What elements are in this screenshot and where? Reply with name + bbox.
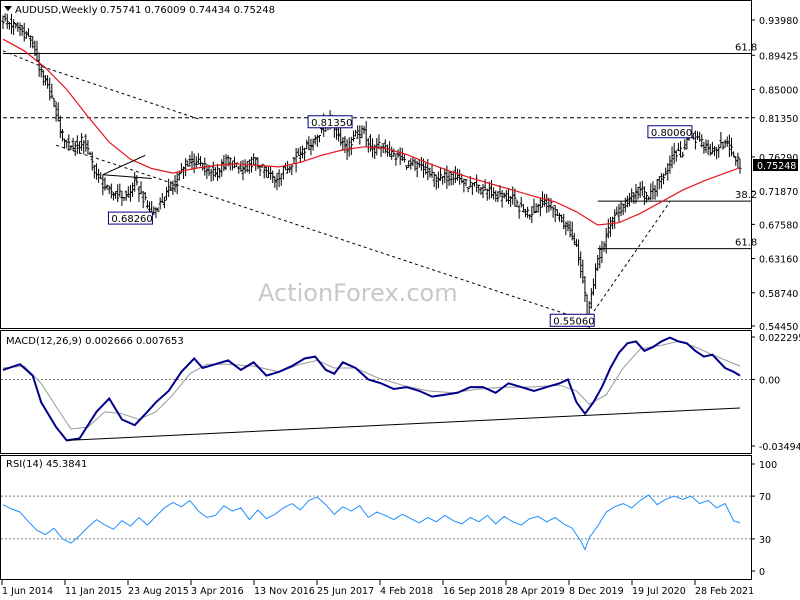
macd-axis-label: 0.022295: [759, 333, 800, 344]
fib-level-label: 61.8: [735, 43, 757, 54]
watermark: ActionForex.com: [258, 279, 458, 307]
price-axis-label: 0.54450: [759, 322, 798, 333]
time-axis-label: 13 Nov 2016: [254, 586, 315, 597]
rsi-axis-label: 100: [759, 460, 777, 471]
macd-series: [1, 336, 751, 442]
macd-axis-label: -0.034948: [759, 442, 800, 453]
price-annotation-label: 0.55060: [553, 316, 594, 327]
rsi-series: [1, 494, 751, 551]
macd-signal-line: [2, 340, 741, 430]
price-axis-label: 0.93980: [759, 16, 798, 27]
rsi-axis-label: 0: [759, 567, 765, 578]
price-annotation-label: 0.80060: [651, 128, 692, 139]
time-axis-label: 28 Apr 2019: [506, 586, 565, 597]
time-axis-label: 23 Aug 2015: [128, 586, 189, 597]
time-axis-label: 4 Feb 2018: [380, 586, 433, 597]
time-axis-label: 1 Jun 2014: [2, 586, 53, 597]
price-axis-label: 0.71870: [759, 187, 798, 198]
time-axis-label: 19 Jul 2020: [632, 586, 686, 597]
rsi-panel-frame: [0, 455, 752, 580]
ohlc-values: 0.75741 0.76009 0.74434 0.75248: [100, 5, 275, 16]
price-annotation-label: 0.81350: [311, 118, 352, 129]
rsi-axis-label: 70: [759, 492, 771, 503]
fib-level-label: 61.8: [735, 238, 757, 249]
price-axis-label: 0.67580: [759, 220, 798, 231]
symbol-label: AUDUSD,Weekly: [15, 5, 98, 16]
price-axis-label: 0.63160: [759, 255, 798, 266]
price-axis-label: 0.81350: [759, 114, 798, 125]
macd-axis-label: 0.00: [759, 375, 780, 386]
macd-trendline: [66, 407, 741, 441]
time-axis-label: 8 Dec 2019: [569, 586, 624, 597]
time-axis-label: 11 Jan 2015: [65, 586, 122, 597]
dashed-trendline-upper: [2, 50, 199, 120]
triangle-line: [102, 174, 152, 179]
macd-main-line: [2, 336, 741, 442]
rsi-line: [2, 494, 741, 551]
macd-title: MACD(12,26,9) 0.002666 0.007653: [6, 336, 184, 347]
price-chart: ActionForex.com 61.8 38.2 61.8 0.81350 0.68…: [0, 0, 800, 597]
rsi-axis: 100 70 30 0: [751, 460, 777, 578]
price-axis-label: 0.89425: [759, 51, 798, 62]
time-axis: 1 Jun 2014 11 Jan 2015 23 Aug 2015 3 Apr 20…: [1, 580, 754, 597]
price-axis: 0.939800.894250.850000.813500.762900.718…: [751, 16, 798, 333]
macd-panel-frame: [0, 330, 752, 454]
rsi-title: RSI(14) 45.3841: [6, 459, 87, 470]
time-axis-label: 3 Apr 2016: [191, 586, 244, 597]
time-axis-label: 25 Jun 2017: [317, 586, 374, 597]
price-axis-label: 0.58740: [759, 289, 798, 300]
rsi-axis-label: 30: [759, 535, 771, 546]
dropdown-triangle-icon[interactable]: [4, 6, 12, 11]
time-axis-label: 16 Sep 2018: [443, 586, 503, 597]
current-price-label: 0.75248: [757, 161, 796, 172]
fib-level-label: 38.2: [735, 190, 757, 201]
time-axis-label: 28 Feb 2021: [695, 586, 754, 597]
price-annotation-label: 0.68260: [111, 214, 152, 225]
price-axis-label: 0.85000: [759, 86, 798, 97]
macd-axis: 0.022295 0.00 -0.034948: [751, 333, 800, 453]
